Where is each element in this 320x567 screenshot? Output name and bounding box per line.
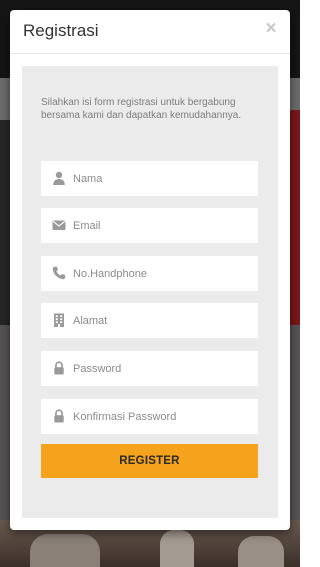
background-photo-detail: [30, 534, 100, 567]
name-field-group: [41, 161, 258, 196]
password-field-group: [41, 351, 258, 386]
address-input[interactable]: [73, 303, 253, 338]
envelope-icon: [52, 218, 66, 232]
email-field-group: [41, 208, 258, 243]
background-photo-detail: [160, 530, 194, 567]
registration-form: Silahkan isi form registrasi untuk berga…: [22, 66, 278, 518]
modal-title: Registrasi: [23, 21, 99, 40]
form-intro-text: Silahkan isi form registrasi untuk berga…: [41, 97, 242, 121]
email-input[interactable]: [73, 208, 253, 243]
lock-icon: [52, 409, 66, 423]
building-icon: [52, 313, 66, 327]
confirm-password-field-group: [41, 399, 258, 434]
phone-icon: [52, 266, 66, 280]
register-button[interactable]: REGISTER: [41, 444, 258, 478]
password-input[interactable]: [73, 351, 253, 386]
close-button[interactable]: ×: [262, 18, 280, 40]
registration-modal: Registrasi × Silahkan isi form registras…: [10, 10, 290, 530]
phone-field-group: [41, 256, 258, 291]
address-field-group: [41, 303, 258, 338]
modal-header: Registrasi ×: [10, 10, 290, 54]
name-input[interactable]: [73, 161, 253, 196]
lock-icon: [52, 361, 66, 375]
background-photo-detail: [238, 536, 284, 567]
phone-input[interactable]: [73, 256, 253, 291]
confirm-password-input[interactable]: [73, 399, 253, 434]
user-icon: [52, 171, 66, 185]
